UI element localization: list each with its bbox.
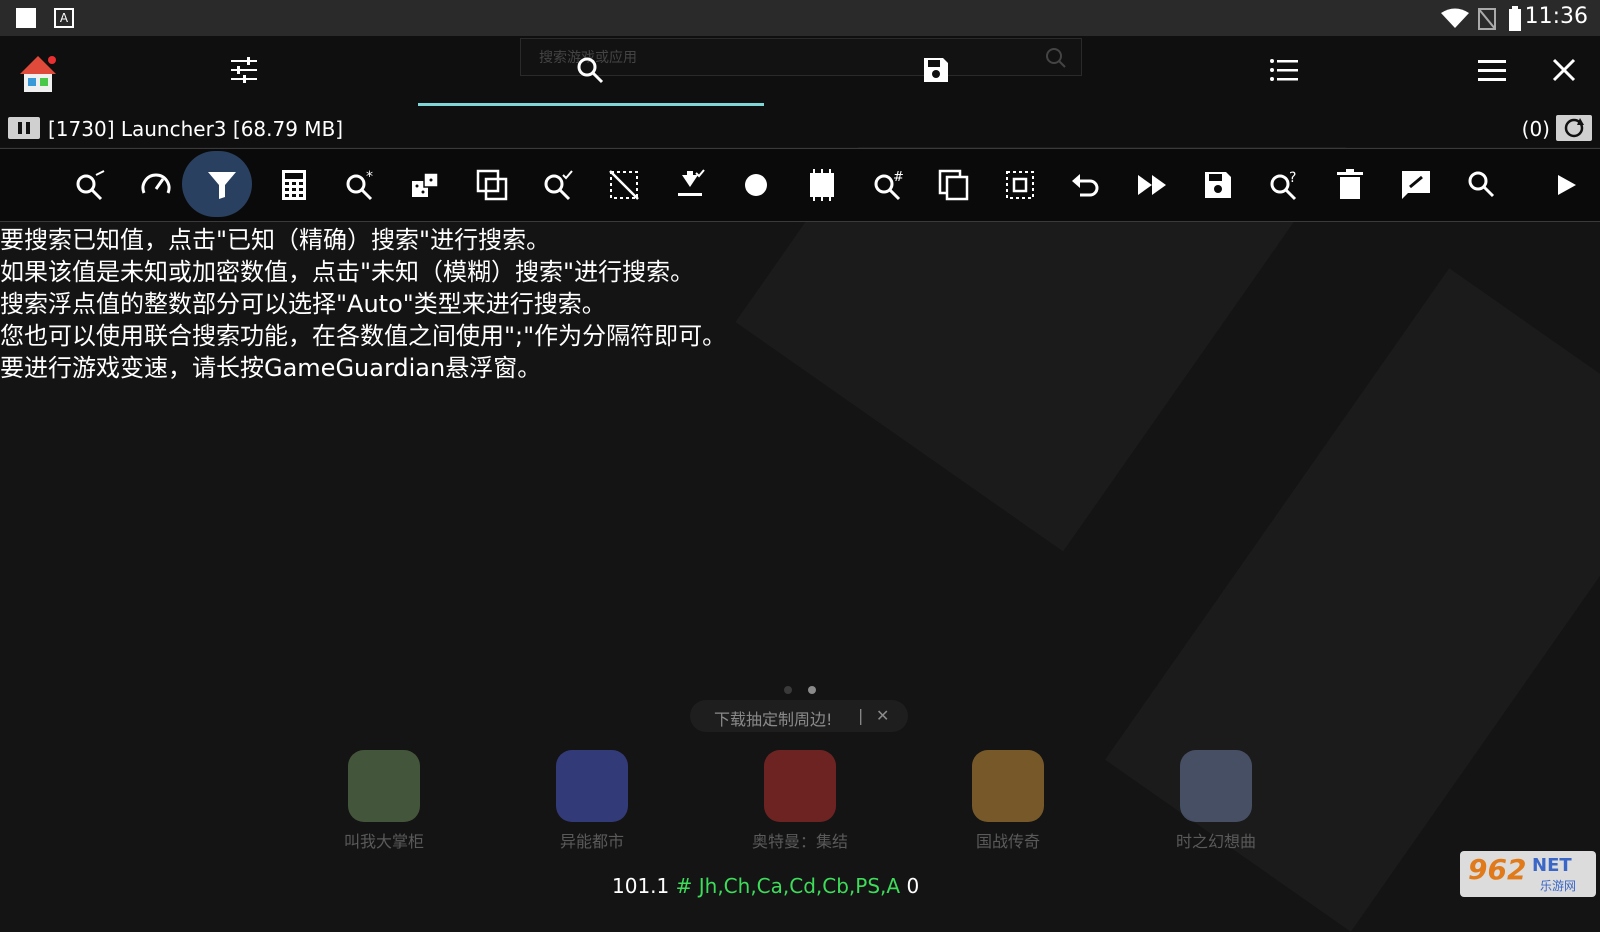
- value-types: Jh,Ch,Ca,Cd,Cb,PS,A: [698, 874, 901, 898]
- close-icon[interactable]: [1546, 52, 1582, 88]
- fast-forward-icon[interactable]: [1134, 167, 1170, 203]
- app-label: 国战传奇: [975, 832, 1040, 851]
- svg-text:#: #: [893, 170, 904, 185]
- search-fuzzy-icon[interactable]: *: [342, 167, 378, 203]
- page-indicator-dot: [784, 686, 792, 694]
- speed-value: 101.1: [612, 874, 670, 898]
- record-icon[interactable]: [738, 167, 774, 203]
- app-icon: [348, 750, 420, 822]
- pause-icon[interactable]: [8, 117, 40, 139]
- refresh-icon[interactable]: [1556, 115, 1592, 141]
- search-help-icon[interactable]: ?: [1266, 167, 1302, 203]
- speed-status: 101.1 # Jh,Ch,Ca,Cd,Cb,PS,A 0: [612, 874, 919, 898]
- save-icon[interactable]: [918, 52, 954, 88]
- search-icon[interactable]: [1464, 167, 1500, 203]
- deselect-icon[interactable]: [606, 167, 642, 203]
- help-line: 要进行游戏变速，请长按GameGuardian悬浮窗。: [0, 354, 542, 382]
- search-near-icon[interactable]: [72, 167, 108, 203]
- clock: 11:36: [1524, 4, 1588, 29]
- page-indicator-dot-active: [808, 686, 816, 694]
- memory-icon[interactable]: [804, 167, 840, 203]
- app-icon: [972, 750, 1044, 822]
- tool-row: * # ?: [0, 148, 1600, 222]
- edit-icon[interactable]: [1398, 167, 1434, 203]
- save-icon[interactable]: [1200, 167, 1236, 203]
- app-label: 异能都市: [559, 832, 624, 851]
- app-icon: [1180, 750, 1252, 822]
- process-label[interactable]: [1730] Launcher3 [68.79 MB]: [48, 117, 343, 141]
- hash-symbol: #: [675, 874, 693, 898]
- play-icon[interactable]: [1548, 167, 1584, 203]
- list-icon[interactable]: [1266, 52, 1302, 88]
- app-icon: [764, 750, 836, 822]
- search-check-icon[interactable]: [540, 167, 576, 203]
- result-count: (0): [1521, 117, 1550, 141]
- sliders-icon[interactable]: [226, 52, 262, 88]
- help-line: 搜索浮点值的整数部分可以选择"Auto"类型来进行搜索。: [0, 290, 606, 318]
- select-all-icon[interactable]: [1002, 167, 1038, 203]
- notification-icon: [16, 8, 36, 28]
- search-number-icon[interactable]: #: [870, 167, 906, 203]
- watermark-net: NET: [1532, 855, 1572, 876]
- help-message: 要搜索已知值，点击"已知（精确）搜索"进行搜索。 如果该值是未知或加密数值，点击…: [0, 224, 1600, 384]
- watermark-sub: 乐游网: [1540, 879, 1577, 893]
- app-label: 叫我大掌柜: [343, 832, 424, 851]
- copy-icon[interactable]: [936, 167, 972, 203]
- no-sim-icon: [1478, 8, 1496, 30]
- app-item: 国战传奇: [948, 750, 1068, 852]
- home-app-icon[interactable]: [16, 52, 60, 96]
- app-item: 异能都市: [532, 750, 652, 852]
- zero-value: 0: [906, 874, 920, 898]
- svg-text:*: *: [366, 169, 373, 185]
- copy-select-icon[interactable]: [474, 167, 510, 203]
- menu-icon[interactable]: [1474, 52, 1510, 88]
- status-bar: A 11:36: [0, 0, 1600, 36]
- app-item: 奥特曼：集结: [740, 750, 860, 852]
- speed-icon[interactable]: [138, 167, 174, 203]
- svg-text:?: ?: [1289, 170, 1296, 186]
- app-label: 奥特曼：集结: [751, 832, 848, 851]
- help-line: 要搜索已知值，点击"已知（精确）搜索"进行搜索。: [0, 226, 551, 254]
- font-a-icon: A: [54, 8, 74, 28]
- promo-banner: 下载抽定制周边! | ✕: [690, 700, 908, 732]
- promo-divider: |: [858, 706, 864, 725]
- help-line: 您也可以使用联合搜索功能，在各数值之间使用";"作为分隔符即可。: [0, 322, 727, 350]
- app-item: 时之幻想曲: [1156, 750, 1276, 852]
- calculator-icon[interactable]: [276, 167, 312, 203]
- active-tab-indicator: [418, 103, 764, 106]
- app-item: 叫我大掌柜: [324, 750, 444, 852]
- promo-close-icon: ✕: [876, 706, 890, 725]
- delete-icon[interactable]: [1332, 167, 1368, 203]
- wifi-icon: [1441, 8, 1469, 28]
- undo-icon[interactable]: [1068, 167, 1104, 203]
- search-icon[interactable]: [572, 52, 608, 88]
- random-icon[interactable]: [408, 167, 444, 203]
- battery-icon: [1509, 6, 1521, 31]
- download-check-icon[interactable]: [672, 167, 708, 203]
- watermark-logo: 962 NET 乐游网: [1460, 851, 1596, 897]
- app-icon: [556, 750, 628, 822]
- process-bar: [1730] Launcher3 [68.79 MB] (0): [0, 111, 1600, 147]
- search-icon: [1046, 48, 1066, 68]
- filter-icon[interactable]: [204, 167, 240, 203]
- promo-text: 下载抽定制周边!: [714, 710, 833, 729]
- app-label: 时之幻想曲: [1175, 832, 1256, 851]
- watermark-number: 962: [1468, 853, 1527, 886]
- help-line: 如果该值是未知或加密数值，点击"未知（模糊）搜索"进行搜索。: [0, 258, 695, 286]
